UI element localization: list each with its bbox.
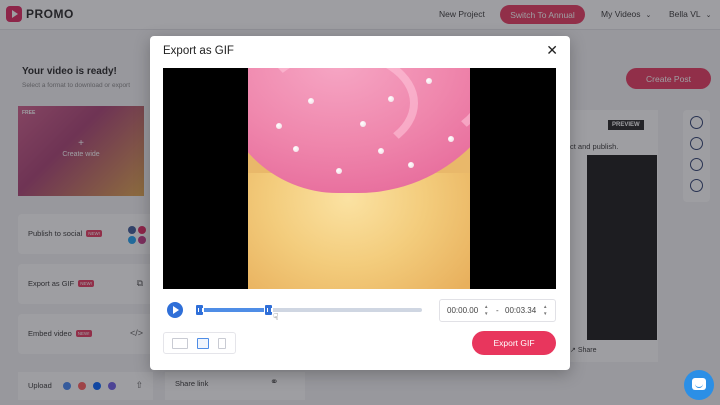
pointer-cursor-icon: ☟	[273, 312, 279, 322]
aspect-ratio-selector	[163, 332, 236, 354]
end-time-stepper[interactable]: ▲ ▼	[543, 303, 547, 317]
time-separator: -	[496, 306, 499, 315]
timeline-selection	[195, 308, 268, 312]
export-gif-button[interactable]: Export GIF	[472, 331, 556, 355]
timeline-track[interactable]	[195, 304, 422, 316]
video-frame	[248, 68, 470, 289]
export-gif-dialog: Export as GIF ✕ ☟ 00:00.00 ▲ ▼ - 00:03.3…	[150, 36, 570, 370]
play-button[interactable]	[167, 302, 183, 318]
start-time-stepper[interactable]: ▲ ▼	[484, 303, 488, 317]
dialog-title: Export as GIF	[163, 45, 234, 57]
time-range: 00:00.00 ▲ ▼ - 00:03.34 ▲ ▼	[439, 299, 556, 322]
ratio-portrait-option[interactable]	[218, 338, 226, 349]
close-icon[interactable]: ✕	[546, 42, 558, 59]
ratio-square-option[interactable]	[197, 338, 209, 349]
ratio-landscape-option[interactable]	[172, 338, 188, 349]
trim-end-handle[interactable]	[264, 304, 273, 316]
trim-start-handle[interactable]	[195, 304, 204, 316]
video-player[interactable]	[163, 68, 556, 289]
end-time[interactable]: 00:03.34	[505, 306, 536, 315]
chat-icon[interactable]	[684, 370, 714, 400]
start-time[interactable]: 00:00.00	[447, 306, 478, 315]
